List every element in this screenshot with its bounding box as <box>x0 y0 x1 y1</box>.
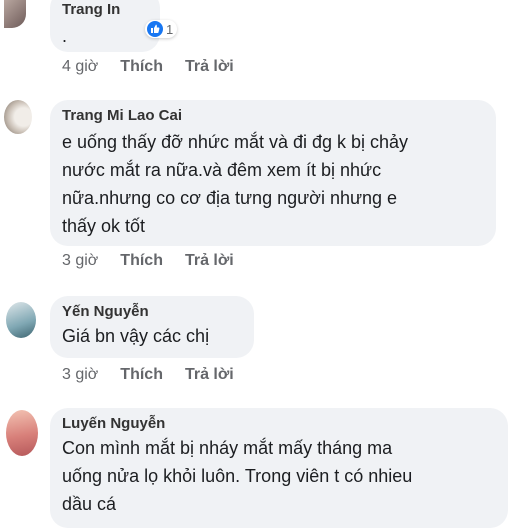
like-link[interactable]: Thích <box>120 366 163 384</box>
comment-actions: 3 giờ Thích Trả lời <box>62 366 234 384</box>
avatar[interactable] <box>4 0 26 28</box>
comment-time[interactable]: 4 giờ <box>62 58 98 76</box>
comment-line: thấy ok tốt <box>62 216 146 236</box>
comment-text: Giá bn vậy các chị <box>62 326 210 346</box>
comment-author[interactable]: Trang Mi Lao Cai <box>62 107 484 124</box>
like-link[interactable]: Thích <box>120 58 163 76</box>
comment-bubble: Luyến Nguyễn Con mình mắt bị nháy mắt mấ… <box>50 408 508 528</box>
comment-bubble: Trang In . <box>50 0 160 52</box>
reply-link[interactable]: Trả lời <box>185 252 234 270</box>
comment-bubble: Trang Mi Lao Cai e uống thấy đỡ nhức mắt… <box>50 100 496 246</box>
reaction-count[interactable]: 1 <box>145 20 178 38</box>
comment-line: e uống thấy đỡ nhức mắt và đi đg k bị ch… <box>62 132 409 152</box>
comment-line: dầu cá <box>62 494 117 514</box>
comment-line: uống nửa lọ khỏi luôn. Trong viên t có n… <box>62 466 413 486</box>
avatar[interactable] <box>6 302 36 338</box>
reaction-count-number: 1 <box>166 21 174 37</box>
comment-time[interactable]: 3 giờ <box>62 366 98 384</box>
comment-bubble: Yến Nguyễn Giá bn vậy các chị <box>50 296 254 358</box>
comment-author[interactable]: Yến Nguyễn <box>62 303 242 320</box>
comment-author[interactable]: Trang In <box>62 1 148 18</box>
comment-text: . <box>62 26 68 46</box>
comment-line: nữa.nhưng co cơ địa tưng người nhưng e <box>62 188 398 208</box>
comment-line: nước mắt ra nữa.và đêm xem ít bị nhức <box>62 160 382 180</box>
reply-link[interactable]: Trả lời <box>185 58 234 76</box>
comment-actions: 3 giờ Thích Trả lời <box>62 252 234 270</box>
like-link[interactable]: Thích <box>120 252 163 270</box>
avatar[interactable] <box>6 410 38 456</box>
comment-actions: 4 giờ Thích Trả lời <box>62 58 234 76</box>
like-reaction-icon <box>147 21 163 37</box>
reply-link[interactable]: Trả lời <box>185 366 234 384</box>
comment-line: Con mình mắt bị nháy mắt mấy tháng ma <box>62 438 393 458</box>
comment-time[interactable]: 3 giờ <box>62 252 98 270</box>
avatar[interactable] <box>4 100 32 134</box>
comment-author[interactable]: Luyến Nguyễn <box>62 415 496 432</box>
